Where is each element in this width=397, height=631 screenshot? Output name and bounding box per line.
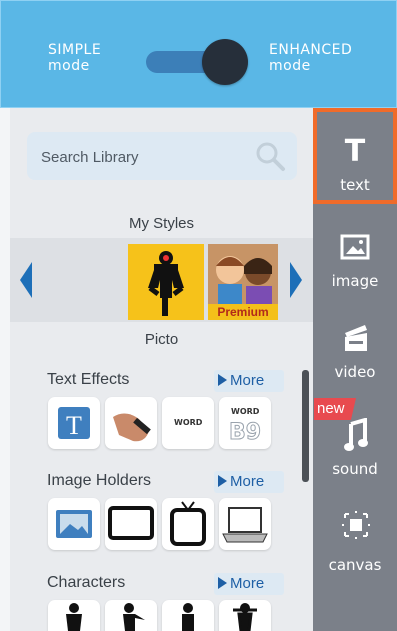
simple-label-line1: SIMPLE <box>48 42 102 58</box>
selected-style-label: Picto <box>144 331 179 348</box>
panel-scrollbar[interactable] <box>302 370 309 482</box>
screen-frame-icon <box>108 506 154 540</box>
tv-frame-icon <box>170 501 206 546</box>
more-arrow-icon <box>218 577 227 589</box>
library-panel: Search Library My Styles Premium Picto T… <box>10 108 313 631</box>
video-tool-label: video <box>334 363 376 381</box>
premium-label: Premium <box>208 304 278 320</box>
text-tool-icon: T <box>344 134 366 169</box>
video-icon <box>345 325 367 351</box>
more-label: More <box>230 473 265 490</box>
simple-label-line2: mode <box>48 58 90 74</box>
more-arrow-icon <box>218 374 227 386</box>
mode-bar: SIMPLE mode ENHANCED mode <box>0 0 397 108</box>
more-arrow-icon <box>218 475 227 487</box>
character-thumb-4[interactable] <box>219 600 271 631</box>
enhanced-mode-label[interactable]: ENHANCED mode <box>269 42 352 74</box>
enhanced-label-line1: ENHANCED <box>269 42 353 58</box>
image-tool-label: image <box>331 272 379 290</box>
text-effect-word-thumb[interactable]: WORD <box>162 397 214 449</box>
text-tool-button[interactable]: T text <box>313 108 397 204</box>
my-styles-heading: My Styles <box>128 215 194 232</box>
character-figure-icon <box>123 603 145 631</box>
canvas-tool-label: canvas <box>328 556 382 574</box>
search-box[interactable]: Search Library <box>27 132 297 180</box>
text-effect-t-thumb[interactable]: T <box>48 397 100 449</box>
photo-frame-icon <box>56 510 92 538</box>
word-label-1: WORD <box>174 418 203 427</box>
mode-toggle-switch[interactable] <box>146 39 253 85</box>
search-input[interactable]: Search Library <box>41 149 139 166</box>
simple-mode-label[interactable]: SIMPLE mode <box>48 42 101 74</box>
enhanced-label-line2: mode <box>269 58 311 74</box>
writing-hand-icon <box>113 413 151 442</box>
canvas-icon <box>342 511 370 539</box>
carousel-prev-arrow[interactable] <box>20 262 32 298</box>
text-effect-word-outline-thumb[interactable]: WORD B9 <box>219 397 271 449</box>
text-t-icon: T <box>58 407 90 440</box>
picto-character-icon <box>148 251 184 316</box>
sound-tool-label: sound <box>332 460 378 478</box>
svg-text:B9: B9 <box>229 420 261 445</box>
image-holder-screen-thumb[interactable] <box>105 498 157 550</box>
more-label: More <box>230 575 265 592</box>
text-effect-hand-thumb[interactable] <box>105 397 157 449</box>
music-note-icon <box>344 418 368 451</box>
carousel-next-arrow[interactable] <box>290 262 302 298</box>
svg-text:T: T <box>66 411 82 440</box>
style-thumb-picto[interactable] <box>128 244 204 320</box>
character-figure-icon <box>233 603 257 631</box>
text-tool-label: text <box>340 176 370 194</box>
image-icon <box>340 234 370 260</box>
character-thumb-2[interactable] <box>105 600 157 631</box>
more-label: More <box>230 372 265 389</box>
character-thumb-3[interactable] <box>162 600 214 631</box>
tool-sidebar: T text image video sound canvas new <box>313 108 397 631</box>
image-holder-photo-thumb[interactable] <box>48 498 100 550</box>
text-effects-more-link[interactable]: More <box>214 370 284 392</box>
canvas-tool-button[interactable]: canvas <box>313 506 397 602</box>
image-tool-button[interactable]: image <box>313 224 397 320</box>
premium-characters-icon <box>208 244 278 304</box>
characters-more-link[interactable]: More <box>214 573 284 595</box>
character-figure-icon <box>182 603 194 631</box>
laptop-frame-icon <box>222 507 268 543</box>
characters-title: Characters <box>47 574 126 591</box>
style-thumb-premium[interactable]: Premium <box>208 244 278 320</box>
new-badge: new <box>314 398 356 420</box>
image-holder-laptop-thumb[interactable] <box>219 498 271 550</box>
toggle-knob[interactable] <box>202 39 248 85</box>
character-thumb-1[interactable] <box>48 600 100 631</box>
character-figure-icon <box>66 603 82 631</box>
search-icon[interactable] <box>253 139 287 173</box>
outline-digits-icon: B9 <box>228 420 261 446</box>
image-holders-more-link[interactable]: More <box>214 471 284 493</box>
styles-carousel: Premium <box>10 238 313 322</box>
image-holder-tv-thumb[interactable] <box>162 498 214 550</box>
image-holders-title: Image Holders <box>47 472 152 489</box>
text-effects-title: Text Effects <box>47 371 130 388</box>
